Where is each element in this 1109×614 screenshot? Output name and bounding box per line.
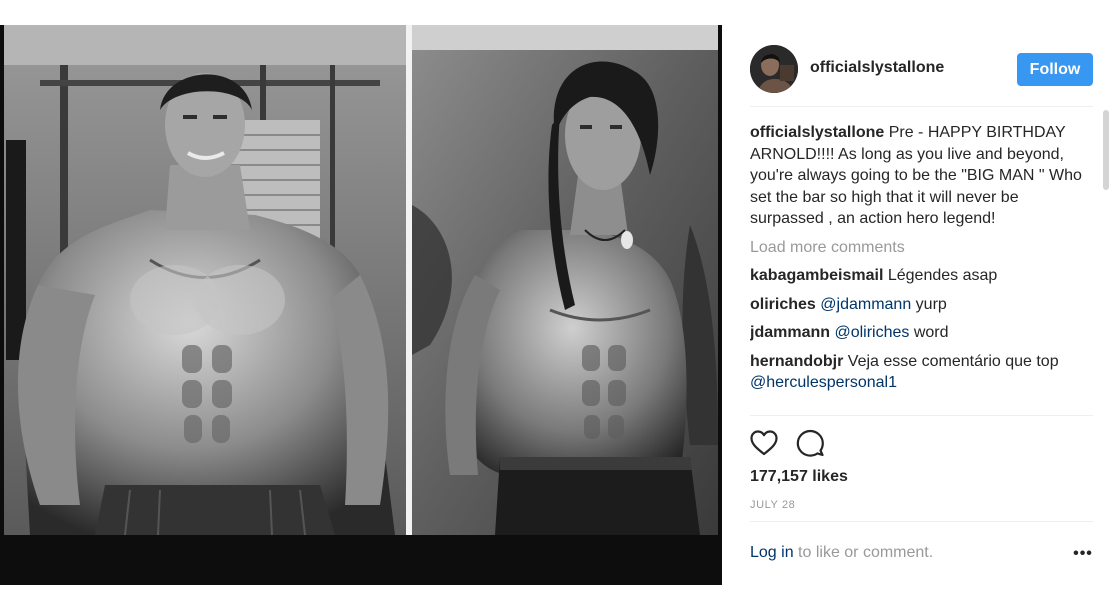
post-date[interactable]: JULY 28 (750, 499, 795, 511)
left-photo (4, 25, 406, 536)
comment-text-after: yurp (911, 295, 947, 313)
avatar[interactable] (750, 45, 798, 93)
login-prompt: Log in to like or comment. (750, 544, 933, 562)
comments-list: officialslystallone Pre - HAPPY BIRTHDAY… (750, 122, 1093, 416)
caption: officialslystallone Pre - HAPPY BIRTHDAY… (750, 122, 1093, 230)
post-sidebar: officialslystallone Follow officialslyst… (722, 25, 1109, 585)
load-more-comments-button[interactable]: Load more comments (750, 237, 1093, 259)
login-suffix: to like or comment. (793, 544, 934, 561)
comment-item: hernandobjr Veja esse comentário que top… (750, 351, 1093, 394)
comment-username[interactable]: jdammann (750, 324, 830, 341)
post-photo (0, 25, 722, 585)
caption-username[interactable]: officialslystallone (750, 124, 884, 141)
comment-text: Veja esse comentário que top (843, 352, 1059, 370)
comment-item: kabagambeismail Légendes asap (750, 265, 1093, 287)
post-image (0, 25, 722, 585)
comment-item: jdammann @oliriches word (750, 322, 1093, 344)
likes-count[interactable]: 177,157 likes (750, 468, 848, 486)
avatar-image (750, 45, 798, 93)
comment-username[interactable]: oliriches (750, 296, 816, 313)
comment-item: oliriches @jdammann yurp (750, 294, 1093, 316)
comment-mention[interactable]: @herculespersonal1 (750, 374, 897, 391)
photo-divider (406, 25, 412, 535)
divider (750, 415, 1093, 416)
post-username[interactable]: officialslystallone (810, 59, 944, 77)
login-link[interactable]: Log in (750, 544, 794, 561)
comment-bubble-icon[interactable] (794, 427, 826, 459)
more-options-icon[interactable]: ••• (1072, 545, 1094, 565)
heart-icon[interactable] (748, 427, 780, 459)
comment-username[interactable]: hernandobjr (750, 353, 843, 370)
divider (750, 521, 1093, 522)
comment-username[interactable]: kabagambeismail (750, 267, 883, 284)
comment-text-after: word (909, 324, 949, 341)
comment-text: Légendes asap (883, 267, 998, 284)
comments-scrollbar[interactable] (1103, 110, 1109, 190)
right-photo (412, 25, 718, 535)
comment-mention[interactable]: @oliriches (834, 324, 909, 341)
follow-button[interactable]: Follow (1017, 53, 1093, 86)
comment-mention[interactable]: @jdammann (820, 296, 911, 313)
post-header: officialslystallone Follow (750, 35, 1093, 107)
